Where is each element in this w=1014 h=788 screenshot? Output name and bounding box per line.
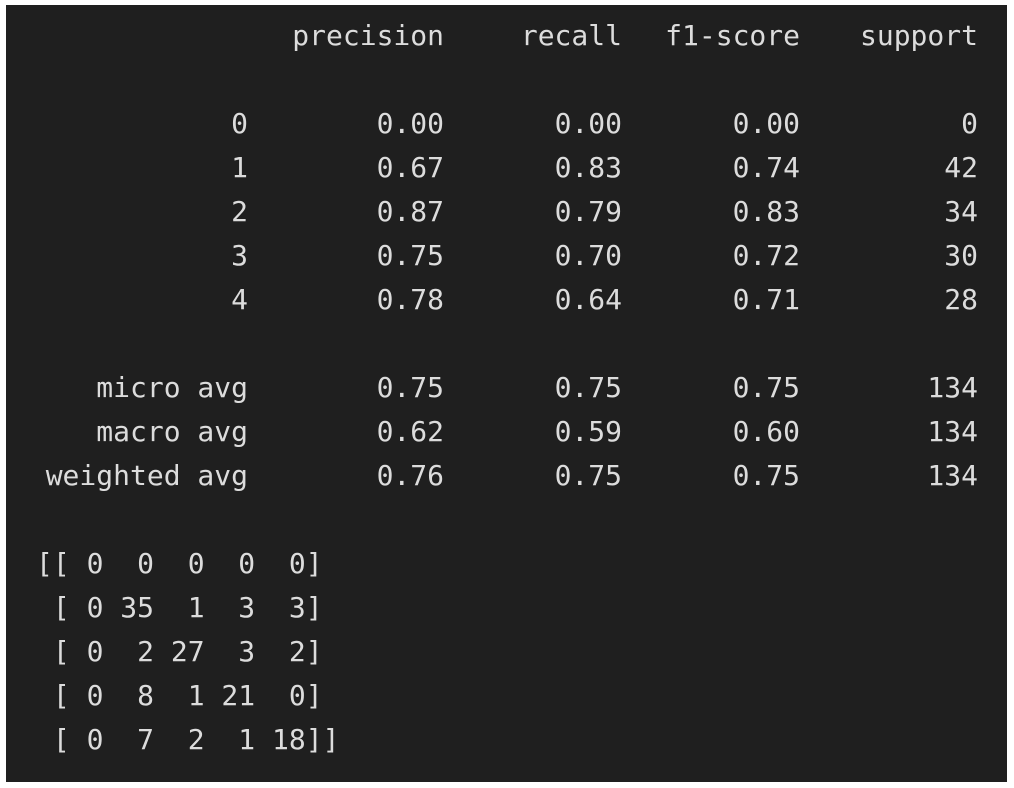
f1-value: 0.00 bbox=[732, 107, 800, 140]
confusion-matrix-row-4: [ 0 7 2 1 18]] bbox=[6, 718, 1007, 762]
row-label: 4 bbox=[231, 283, 248, 316]
confusion-matrix-row-2: [ 0 2 27 3 2] bbox=[6, 630, 1007, 674]
precision-value: 0.62 bbox=[376, 415, 444, 448]
header-f1-score: f1-score bbox=[665, 19, 800, 52]
row-label: 2 bbox=[231, 195, 248, 228]
row-label: 3 bbox=[231, 239, 248, 272]
support-value: 0 bbox=[961, 107, 978, 140]
confusion-matrix-line: [ 0 35 1 3 3] bbox=[36, 591, 323, 624]
precision-value: 0.78 bbox=[376, 283, 444, 316]
confusion-matrix-row-0: [[ 0 0 0 0 0] bbox=[6, 542, 1007, 586]
recall-value: 0.79 bbox=[554, 195, 622, 228]
recall-value: 0.00 bbox=[554, 107, 622, 140]
recall-value: 0.75 bbox=[554, 459, 622, 492]
f1-value: 0.83 bbox=[732, 195, 800, 228]
confusion-matrix-line: [[ 0 0 0 0 0] bbox=[36, 547, 323, 580]
f1-value: 0.72 bbox=[732, 239, 800, 272]
terminal-output: precision recall f1-score support 0 0.00… bbox=[6, 5, 1007, 782]
row-label: weighted avg bbox=[45, 459, 248, 492]
support-value: 30 bbox=[944, 239, 978, 272]
precision-value: 0.00 bbox=[376, 107, 444, 140]
support-value: 28 bbox=[944, 283, 978, 316]
row-label: 0 bbox=[231, 107, 248, 140]
precision-value: 0.67 bbox=[376, 151, 444, 184]
report-row-class-0: 0 0.00 0.00 0.00 0 bbox=[6, 102, 1007, 146]
recall-value: 0.70 bbox=[554, 239, 622, 272]
f1-value: 0.75 bbox=[732, 371, 800, 404]
header-support: support bbox=[859, 19, 978, 52]
recall-value: 0.59 bbox=[554, 415, 622, 448]
report-row-class-2: 2 0.87 0.79 0.83 34 bbox=[6, 190, 1007, 234]
report-row-class-3: 3 0.75 0.70 0.72 30 bbox=[6, 234, 1007, 278]
precision-value: 0.75 bbox=[376, 239, 444, 272]
support-value: 42 bbox=[944, 151, 978, 184]
recall-value: 0.64 bbox=[554, 283, 622, 316]
row-label: 1 bbox=[231, 151, 248, 184]
support-value: 134 bbox=[927, 371, 978, 404]
f1-value: 0.71 bbox=[732, 283, 800, 316]
f1-value: 0.75 bbox=[732, 459, 800, 492]
report-row-micro-avg: micro avg 0.75 0.75 0.75 134 bbox=[6, 366, 1007, 410]
recall-value: 0.75 bbox=[554, 371, 622, 404]
report-row-weighted-avg: weighted avg 0.76 0.75 0.75 134 bbox=[6, 454, 1007, 498]
confusion-matrix-line: [ 0 2 27 3 2] bbox=[36, 635, 323, 668]
header-recall: recall bbox=[520, 19, 622, 52]
precision-value: 0.75 bbox=[376, 371, 444, 404]
f1-value: 0.60 bbox=[732, 415, 800, 448]
report-header-row: precision recall f1-score support bbox=[6, 14, 1007, 58]
header-precision: precision bbox=[292, 19, 444, 52]
precision-value: 0.87 bbox=[376, 195, 444, 228]
recall-value: 0.83 bbox=[554, 151, 622, 184]
confusion-matrix-line: [ 0 8 1 21 0] bbox=[36, 679, 323, 712]
row-label: micro avg bbox=[96, 371, 248, 404]
report-row-class-4: 4 0.78 0.64 0.71 28 bbox=[6, 278, 1007, 322]
support-value: 134 bbox=[927, 415, 978, 448]
report-row-class-1: 1 0.67 0.83 0.74 42 bbox=[6, 146, 1007, 190]
support-value: 134 bbox=[927, 459, 978, 492]
confusion-matrix-line: [ 0 7 2 1 18]] bbox=[36, 723, 340, 756]
support-value: 34 bbox=[944, 195, 978, 228]
report-row-macro-avg: macro avg 0.62 0.59 0.60 134 bbox=[6, 410, 1007, 454]
confusion-matrix-row-3: [ 0 8 1 21 0] bbox=[6, 674, 1007, 718]
confusion-matrix-row-1: [ 0 35 1 3 3] bbox=[6, 586, 1007, 630]
row-label: macro avg bbox=[96, 415, 248, 448]
precision-value: 0.76 bbox=[376, 459, 444, 492]
f1-value: 0.74 bbox=[732, 151, 800, 184]
